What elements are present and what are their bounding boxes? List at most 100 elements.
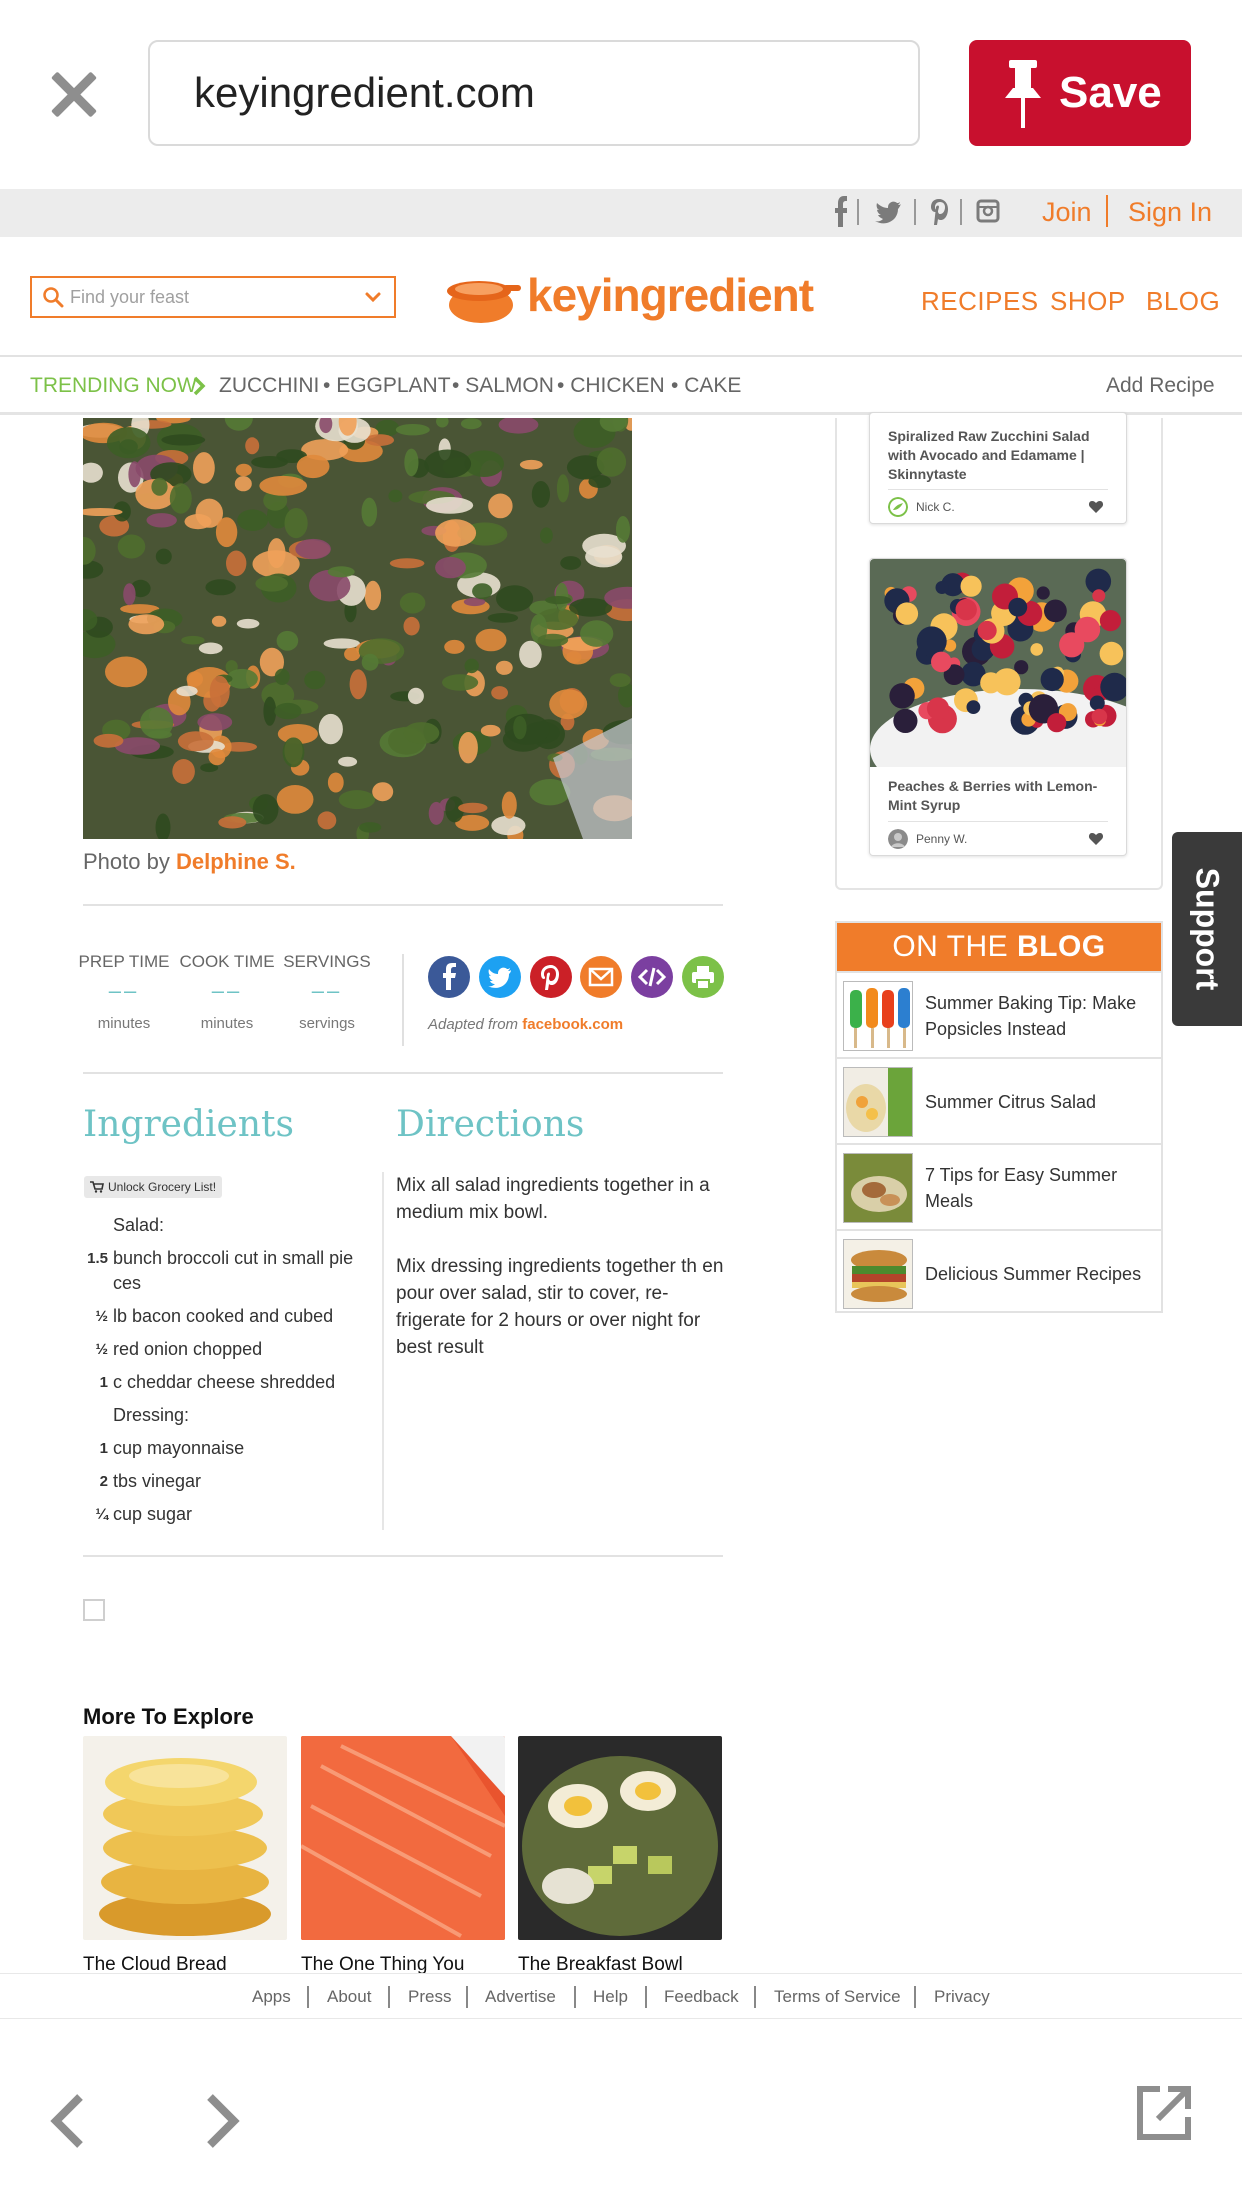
ingredients-heading: Ingredients [83,1104,294,1145]
more-to-explore-heading: More To Explore [83,1704,254,1729]
search-placeholder: Find your feast [70,287,190,307]
trending-item[interactable]: • CHICKEN [557,371,665,401]
heart-icon[interactable] [1088,499,1104,515]
directions-heading: Directions [396,1104,585,1145]
footer-link[interactable]: About [327,1986,371,2008]
instagram-icon[interactable] [976,193,1000,231]
account-strip: Join Sign In [0,189,1242,237]
print-icon[interactable] [682,956,724,998]
recipe-card-user: Penny W. [888,829,967,849]
cart-icon [90,1181,104,1193]
ingredient-row: 1.5 bunch broccoli cut in small pie ces [87,1248,354,1293]
unlock-grocery-button[interactable]: Unlock Grocery List! [84,1176,223,1198]
footer-link[interactable]: Privacy [934,1986,990,2008]
back-arrow-icon[interactable] [46,2091,90,2151]
ingredient-row: 1 cup mayonnaise [99,1438,245,1458]
prep-time: PREP TIME –– minutes [78,952,170,1032]
sign-in-link[interactable]: Sign In [1128,193,1212,231]
twitter-icon[interactable] [873,193,903,231]
logo-text: keyingredient [527,269,814,321]
recipe-card-title: Peaches & Berries with Lemon-Mint Syrup [888,778,1098,813]
url-field[interactable]: keyingredient.com [148,40,920,146]
pot-logo-icon [447,281,521,323]
blog-post-item[interactable]: 7 Tips for Easy Summer Meals [837,1143,1161,1229]
pinterest-share-icon[interactable] [530,956,572,998]
blog-post-title: Delicious Summer Recipes [925,1264,1142,1284]
adapted-from: Adapted from facebook.com [428,1016,624,1033]
photo-credit: Photo by Delphine S. [83,849,296,874]
checkbox[interactable] [83,1599,105,1621]
cook-time: COOK TIME –– minutes [179,952,275,1032]
blog-post-item[interactable]: Summer Citrus Salad [837,1057,1161,1143]
nav-shop[interactable]: SHOP [1050,285,1126,317]
embed-share-icon[interactable] [631,956,673,998]
on-the-blog-panel: ON THE BLOG Summer Baking Tip: Make Pops… [835,921,1163,1313]
footer-link[interactable]: Help [593,1986,628,2008]
footer-link[interactable]: Advertise [485,1986,556,2008]
twitter-share-icon[interactable] [479,956,521,998]
nav-recipes[interactable]: RECIPES [921,285,1039,317]
search-box[interactable]: Find your feast [30,276,396,318]
recipe-card-title: Spiralized Raw Zucchini Salad with Avoca… [888,428,1090,482]
direction-step: Mix dressing ingredients together th en … [396,1256,724,1358]
facebook-share-icon[interactable] [428,956,470,998]
search-icon [43,287,64,308]
ingredient-row: 2 tbs vinegar [99,1471,202,1491]
site-logo[interactable]: keyingredient [443,267,814,327]
site-header: Find your feast keyingredient RECIPES SH… [0,237,1242,357]
explore-thumb-breakfast-bowl[interactable] [518,1736,722,1940]
footer-link[interactable]: Press [408,1986,451,2008]
blog-heading: ON THE BLOG [837,923,1161,971]
photo-author-link[interactable]: Delphine S. [176,849,296,874]
explore-thumb-salmon[interactable] [301,1736,505,1940]
recipe-card-user: Nick C. [888,497,955,517]
avatar [888,829,908,849]
blog-post-title: Summer Baking Tip: Make Popsicles Instea… [925,993,1137,1039]
page-footer: Apps About Press Advertise Help Feedback… [0,1973,1242,2019]
blog-post-item[interactable]: Summer Baking Tip: Make Popsicles Instea… [837,971,1161,1057]
save-label: Save [1059,68,1162,117]
recipe-photo [83,418,632,839]
footer-link[interactable]: Apps [252,1986,291,2008]
chevron-down-icon[interactable] [364,288,382,306]
blog-thumb-summer-recipes [843,1239,913,1309]
browser-bottom-bar [0,2019,1242,2208]
save-button[interactable]: Save [969,40,1191,146]
facebook-icon[interactable] [834,193,848,231]
close-icon[interactable] [44,64,104,124]
blog-post-title: 7 Tips for Easy Summer Meals [925,1165,1118,1211]
explore-thumb-cloud-bread[interactable] [83,1736,287,1940]
recipe-card-image [870,559,1126,767]
ingredient-group-label: Salad: [113,1215,165,1235]
blog-thumb-popsicles [843,981,913,1051]
avatar [888,497,908,517]
blog-post-item[interactable]: Delicious Summer Recipes [837,1229,1161,1315]
external-share-icon[interactable] [1134,2083,1194,2143]
support-label: Support [1189,867,1226,991]
recipe-card[interactable]: Peaches & Berries with Lemon-Mint Syrup … [869,558,1127,856]
pinterest-icon[interactable] [930,193,948,231]
add-recipe-link[interactable]: Add Recipe [1106,371,1215,401]
footer-link[interactable]: Feedback [664,1986,739,2008]
nav-blog[interactable]: BLOG [1146,285,1220,317]
direction-step: Mix all salad ingredients together in a … [396,1175,710,1223]
trending-item[interactable]: • CAKE [671,371,741,401]
trending-item[interactable]: ZUCCHINI [219,371,319,401]
ingredient-row: 1c cheddar cheese shredded [99,1372,336,1392]
servings: SERVINGS –– servings [283,952,371,1032]
trending-item[interactable]: • EGGPLANT [323,371,451,401]
recipe-card[interactable]: Spiralized Raw Zucchini Salad with Avoca… [869,412,1127,524]
footer-link[interactable]: Terms of Service [774,1986,901,2008]
ingredient-row: ¼ cup sugar [95,1504,193,1524]
adapted-source-link[interactable]: facebook.com [522,1016,623,1033]
ingredient-row: ½ lb bacon cooked and cubed [95,1306,334,1326]
email-share-icon[interactable] [580,956,622,998]
forward-arrow-icon[interactable] [200,2091,244,2151]
chevron-right-icon [193,376,206,396]
heart-icon[interactable] [1088,831,1104,847]
ingredient-row: ½ red onion chopped [95,1339,263,1359]
support-tab[interactable]: Support [1172,832,1242,1026]
trending-item[interactable]: • SALMON [452,371,554,401]
pushpin-icon [1005,60,1041,128]
join-link[interactable]: Join [1042,193,1092,231]
